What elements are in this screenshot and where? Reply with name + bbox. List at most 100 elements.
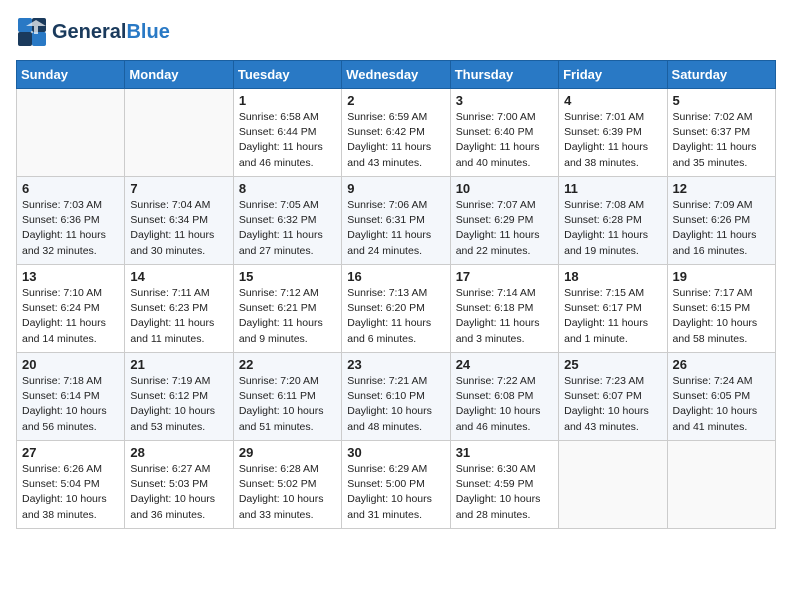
weekday-header-thursday: Thursday (450, 61, 558, 89)
day-info: Sunrise: 7:01 AM Sunset: 6:39 PM Dayligh… (564, 110, 661, 171)
logo: GeneralBlue (16, 16, 170, 48)
calendar-cell: 11 Sunrise: 7:08 AM Sunset: 6:28 PM Dayli… (559, 177, 667, 265)
day-number: 10 (456, 181, 553, 196)
day-number: 22 (239, 357, 336, 372)
day-info: Sunrise: 7:14 AM Sunset: 6:18 PM Dayligh… (456, 286, 553, 347)
day-number: 9 (347, 181, 444, 196)
calendar-cell: 20 Sunrise: 7:18 AM Sunset: 6:14 PM Dayli… (17, 353, 125, 441)
day-number: 7 (130, 181, 227, 196)
weekday-header-wednesday: Wednesday (342, 61, 450, 89)
day-number: 26 (673, 357, 770, 372)
calendar-cell: 12 Sunrise: 7:09 AM Sunset: 6:26 PM Dayli… (667, 177, 775, 265)
day-info: Sunrise: 6:28 AM Sunset: 5:02 PM Dayligh… (239, 462, 336, 523)
day-info: Sunrise: 7:24 AM Sunset: 6:05 PM Dayligh… (673, 374, 770, 435)
weekday-header-sunday: Sunday (17, 61, 125, 89)
weekday-header-tuesday: Tuesday (233, 61, 341, 89)
calendar-cell: 24 Sunrise: 7:22 AM Sunset: 6:08 PM Dayli… (450, 353, 558, 441)
calendar-cell (17, 89, 125, 177)
day-number: 29 (239, 445, 336, 460)
calendar-week-row: 13Sunrise: 7:10 AM Sunset: 6:24 PM Dayli… (17, 265, 776, 353)
day-number: 27 (22, 445, 119, 460)
day-info: Sunrise: 7:02 AM Sunset: 6:37 PM Dayligh… (673, 110, 770, 171)
weekday-header-friday: Friday (559, 61, 667, 89)
day-number: 8 (239, 181, 336, 196)
day-info: Sunrise: 6:29 AM Sunset: 5:00 PM Dayligh… (347, 462, 444, 523)
day-info: Sunrise: 6:30 AM Sunset: 4:59 PM Dayligh… (456, 462, 553, 523)
calendar-cell: 17 Sunrise: 7:14 AM Sunset: 6:18 PM Dayli… (450, 265, 558, 353)
day-info: Sunrise: 6:27 AM Sunset: 5:03 PM Dayligh… (130, 462, 227, 523)
day-info: Sunrise: 6:26 AM Sunset: 5:04 PM Dayligh… (22, 462, 119, 523)
calendar-cell: 10 Sunrise: 7:07 AM Sunset: 6:29 PM Dayli… (450, 177, 558, 265)
day-number: 24 (456, 357, 553, 372)
day-number: 16 (347, 269, 444, 284)
day-info: Sunrise: 7:00 AM Sunset: 6:40 PM Dayligh… (456, 110, 553, 171)
calendar-cell: 19 Sunrise: 7:17 AM Sunset: 6:15 PM Dayli… (667, 265, 775, 353)
calendar-cell: 29 Sunrise: 6:28 AM Sunset: 5:02 PM Dayli… (233, 441, 341, 529)
day-info: Sunrise: 7:06 AM Sunset: 6:31 PM Dayligh… (347, 198, 444, 259)
weekday-header-row: SundayMondayTuesdayWednesdayThursdayFrid… (17, 61, 776, 89)
weekday-header-monday: Monday (125, 61, 233, 89)
day-number: 2 (347, 93, 444, 108)
day-number: 18 (564, 269, 661, 284)
day-number: 11 (564, 181, 661, 196)
logo-text-general: General (52, 21, 126, 43)
day-number: 3 (456, 93, 553, 108)
calendar-cell: 26 Sunrise: 7:24 AM Sunset: 6:05 PM Dayli… (667, 353, 775, 441)
day-number: 5 (673, 93, 770, 108)
calendar-cell: 2Sunrise: 6:59 AM Sunset: 6:42 PM Daylig… (342, 89, 450, 177)
calendar-cell: 7Sunrise: 7:04 AM Sunset: 6:34 PM Daylig… (125, 177, 233, 265)
day-number: 1 (239, 93, 336, 108)
day-number: 31 (456, 445, 553, 460)
weekday-header-saturday: Saturday (667, 61, 775, 89)
day-info: Sunrise: 7:08 AM Sunset: 6:28 PM Dayligh… (564, 198, 661, 259)
calendar-cell: 16 Sunrise: 7:13 AM Sunset: 6:20 PM Dayli… (342, 265, 450, 353)
calendar-cell: 9 Sunrise: 7:06 AM Sunset: 6:31 PM Daylig… (342, 177, 450, 265)
day-number: 4 (564, 93, 661, 108)
day-info: Sunrise: 7:12 AM Sunset: 6:21 PM Dayligh… (239, 286, 336, 347)
day-info: Sunrise: 7:13 AM Sunset: 6:20 PM Dayligh… (347, 286, 444, 347)
day-number: 12 (673, 181, 770, 196)
day-info: Sunrise: 7:18 AM Sunset: 6:14 PM Dayligh… (22, 374, 119, 435)
calendar-cell: 22 Sunrise: 7:20 AM Sunset: 6:11 PM Dayli… (233, 353, 341, 441)
calendar-cell: 3 Sunrise: 7:00 AM Sunset: 6:40 PM Daylig… (450, 89, 558, 177)
calendar-cell: 14Sunrise: 7:11 AM Sunset: 6:23 PM Dayli… (125, 265, 233, 353)
calendar-week-row: 6Sunrise: 7:03 AM Sunset: 6:36 PM Daylig… (17, 177, 776, 265)
calendar-cell: 6Sunrise: 7:03 AM Sunset: 6:36 PM Daylig… (17, 177, 125, 265)
day-number: 19 (673, 269, 770, 284)
calendar-cell: 5 Sunrise: 7:02 AM Sunset: 6:37 PM Daylig… (667, 89, 775, 177)
calendar-table: SundayMondayTuesdayWednesdayThursdayFrid… (16, 60, 776, 529)
day-info: Sunrise: 7:05 AM Sunset: 6:32 PM Dayligh… (239, 198, 336, 259)
calendar-cell: 13Sunrise: 7:10 AM Sunset: 6:24 PM Dayli… (17, 265, 125, 353)
day-info: Sunrise: 7:22 AM Sunset: 6:08 PM Dayligh… (456, 374, 553, 435)
day-number: 28 (130, 445, 227, 460)
logo-icon (16, 16, 48, 48)
day-info: Sunrise: 7:15 AM Sunset: 6:17 PM Dayligh… (564, 286, 661, 347)
day-number: 20 (22, 357, 119, 372)
calendar-cell (125, 89, 233, 177)
day-number: 13 (22, 269, 119, 284)
calendar-cell: 28 Sunrise: 6:27 AM Sunset: 5:03 PM Dayli… (125, 441, 233, 529)
day-number: 17 (456, 269, 553, 284)
calendar-cell: 15 Sunrise: 7:12 AM Sunset: 6:21 PM Dayli… (233, 265, 341, 353)
calendar-cell: 8 Sunrise: 7:05 AM Sunset: 6:32 PM Daylig… (233, 177, 341, 265)
calendar-cell: 27 Sunrise: 6:26 AM Sunset: 5:04 PM Dayli… (17, 441, 125, 529)
day-info: Sunrise: 7:17 AM Sunset: 6:15 PM Dayligh… (673, 286, 770, 347)
day-info: Sunrise: 7:19 AM Sunset: 6:12 PM Dayligh… (130, 374, 227, 435)
calendar-cell: 23Sunrise: 7:21 AM Sunset: 6:10 PM Dayli… (342, 353, 450, 441)
day-info: Sunrise: 7:09 AM Sunset: 6:26 PM Dayligh… (673, 198, 770, 259)
calendar-cell: 1Sunrise: 6:58 AM Sunset: 6:44 PM Daylig… (233, 89, 341, 177)
page-header: GeneralBlue (16, 16, 776, 48)
day-info: Sunrise: 7:07 AM Sunset: 6:29 PM Dayligh… (456, 198, 553, 259)
calendar-week-row: 20 Sunrise: 7:18 AM Sunset: 6:14 PM Dayli… (17, 353, 776, 441)
calendar-cell: 4 Sunrise: 7:01 AM Sunset: 6:39 PM Daylig… (559, 89, 667, 177)
day-number: 6 (22, 181, 119, 196)
calendar-cell (667, 441, 775, 529)
day-number: 21 (130, 357, 227, 372)
day-number: 25 (564, 357, 661, 372)
logo-text-blue: Blue (126, 21, 169, 43)
calendar-week-row: 1Sunrise: 6:58 AM Sunset: 6:44 PM Daylig… (17, 89, 776, 177)
day-number: 15 (239, 269, 336, 284)
day-number: 14 (130, 269, 227, 284)
day-info: Sunrise: 7:20 AM Sunset: 6:11 PM Dayligh… (239, 374, 336, 435)
day-info: Sunrise: 7:21 AM Sunset: 6:10 PM Dayligh… (347, 374, 444, 435)
